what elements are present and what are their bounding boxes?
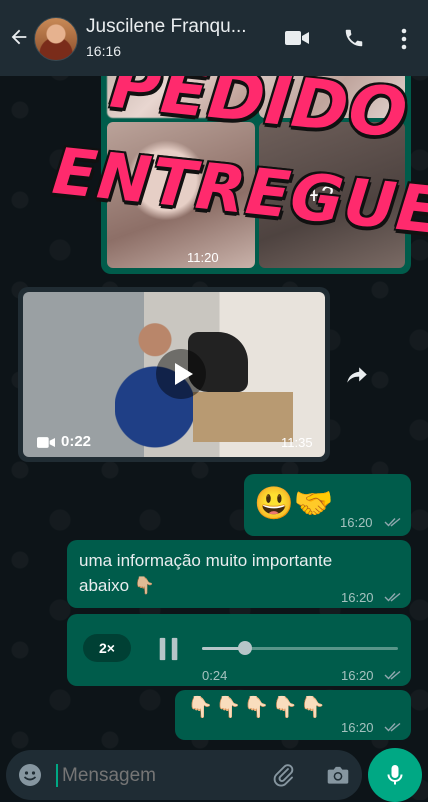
text-message-time: 16:20: [341, 590, 374, 605]
play-icon[interactable]: [156, 349, 206, 399]
mic-button[interactable]: [368, 748, 422, 802]
pointing-message-text: 👇🏻👇🏻👇🏻👇🏻👇🏻: [187, 696, 328, 719]
pointing-message[interactable]: 👇🏻👇🏻👇🏻👇🏻👇🏻 16:20: [175, 690, 411, 740]
double-check-icon: [384, 670, 401, 680]
audio-track[interactable]: [202, 641, 398, 655]
mic-icon: [387, 765, 403, 785]
emoji-message[interactable]: 😃🤝 16:20: [244, 474, 411, 536]
video-message[interactable]: 0:22 11:35: [18, 287, 330, 462]
audio-elapsed: 0:24: [202, 668, 228, 683]
playback-speed-button[interactable]: 2×: [83, 634, 131, 662]
video-thumbnail[interactable]: 0:22 11:35: [23, 292, 325, 457]
pointing-message-time: 16:20: [341, 720, 374, 735]
audio-progress-handle[interactable]: [238, 641, 253, 655]
emoji-message-time: 16:20: [340, 515, 373, 530]
chat-header: Juscilene Franqu... 16:16: [0, 0, 428, 76]
forward-icon[interactable]: [344, 362, 370, 388]
video-boxes: [193, 392, 293, 442]
last-seen-time: 16:16: [86, 43, 122, 59]
audio-message-time: 16:20: [341, 668, 374, 683]
pause-icon[interactable]: [157, 636, 181, 662]
more-icon[interactable]: [398, 27, 410, 51]
attach-icon[interactable]: [272, 762, 296, 788]
emoji-message-text: 😃🤝: [254, 485, 334, 521]
contact-avatar[interactable]: [34, 17, 78, 61]
album-time: 11:20: [187, 250, 219, 265]
video-call-icon[interactable]: [284, 27, 310, 49]
double-check-icon: [384, 517, 401, 527]
double-check-icon: [384, 592, 401, 602]
text-message[interactable]: uma informação muito importante abaixo 👇…: [67, 540, 411, 608]
audio-message[interactable]: 2× 0:24 16:20: [67, 614, 411, 686]
cursor: [56, 764, 58, 787]
phone-icon[interactable]: [343, 27, 365, 49]
contact-name[interactable]: Juscilene Franqu...: [86, 16, 276, 38]
message-composer: [6, 750, 362, 800]
back-arrow-icon[interactable]: [8, 26, 30, 48]
emoji-icon[interactable]: [18, 763, 42, 787]
camera-icon[interactable]: [325, 762, 351, 788]
video-time: 11:35: [281, 435, 313, 450]
message-input[interactable]: [60, 760, 264, 792]
video-duration: 0:22: [61, 433, 92, 450]
playback-speed-label: 2×: [99, 640, 115, 656]
text-message-body: uma informação muito importante abaixo 👇…: [79, 551, 333, 595]
double-check-icon: [384, 722, 401, 732]
video-camera-icon: [37, 437, 55, 448]
